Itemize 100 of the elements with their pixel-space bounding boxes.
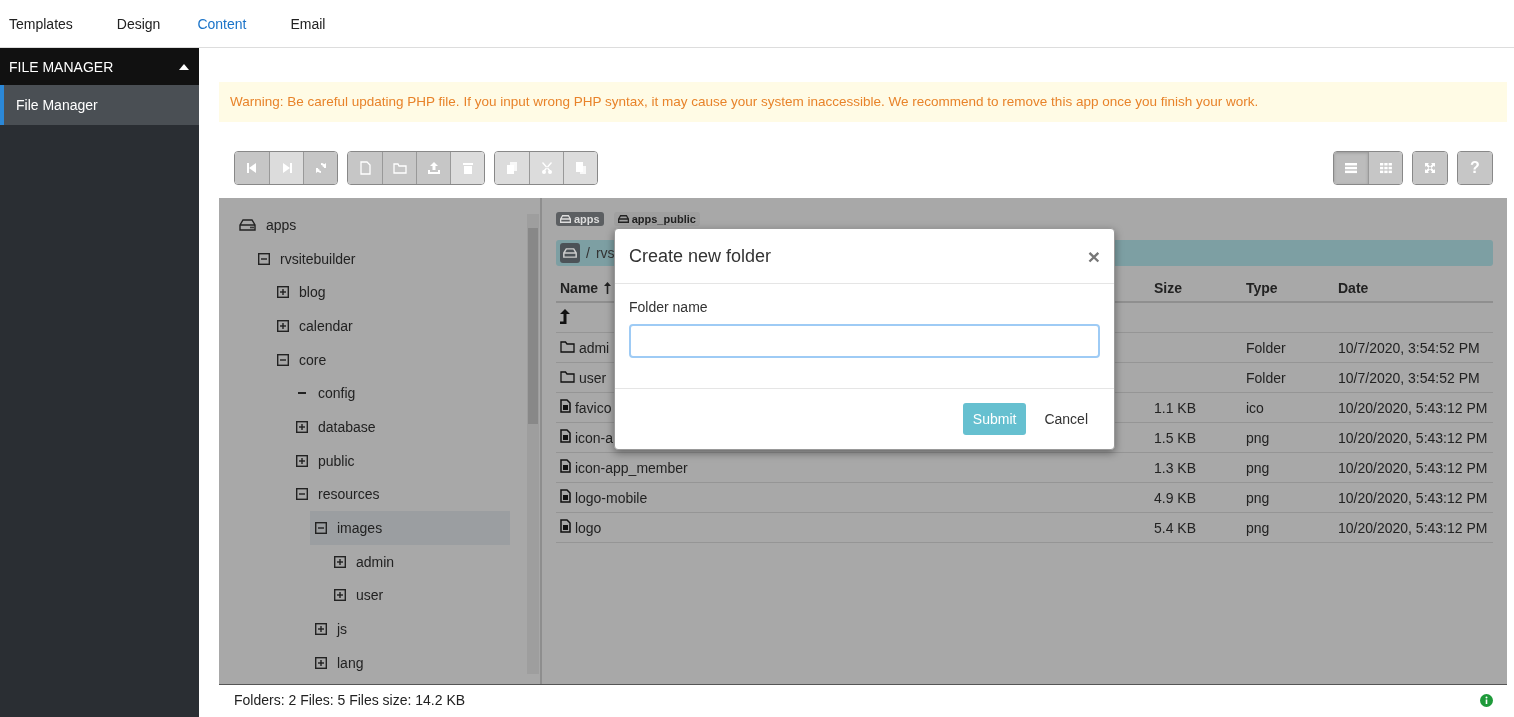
image-file-icon: [560, 519, 571, 533]
status-text: Folders: 2 Files: 5 Files size: 14.2 KB: [234, 692, 466, 708]
date-cell: 10/7/2020, 3:54:52 PM: [1338, 339, 1480, 356]
expand-icon[interactable]: [296, 420, 308, 433]
upload-icon: [426, 161, 441, 175]
file-name-cell[interactable]: logo-mobile: [556, 482, 1150, 513]
expand-icon[interactable]: [277, 319, 289, 332]
type-cell: ico: [1246, 399, 1264, 416]
tree-item[interactable]: user: [329, 578, 510, 613]
path-separator: /: [586, 245, 590, 261]
drive-tag[interactable]: apps_public: [613, 212, 700, 226]
size-cell: 1.1 KB: [1154, 399, 1197, 416]
drive-tag[interactable]: apps: [556, 212, 604, 226]
cancel-button[interactable]: Cancel: [1034, 403, 1098, 435]
collapse-icon[interactable]: [258, 252, 270, 265]
expand-icon[interactable]: [315, 656, 327, 669]
scissors-icon: [539, 161, 554, 175]
collapse-icon[interactable]: [296, 488, 308, 501]
drive-icon: [617, 215, 629, 223]
date-cell: 10/20/2020, 5:43:12 PM: [1338, 429, 1488, 446]
list-icon: [1344, 161, 1358, 175]
copy-icon: [505, 161, 519, 175]
list-button[interactable]: [1334, 152, 1368, 184]
tree-item[interactable]: lang: [310, 645, 510, 680]
grid-button[interactable]: [1368, 152, 1402, 184]
path-segment[interactable]: rvs: [595, 245, 615, 261]
size-cell: 1.5 KB: [1154, 429, 1197, 446]
tree-item[interactable]: blog: [272, 275, 510, 310]
tree-item[interactable]: database: [291, 410, 510, 444]
column-header[interactable]: Size: [1150, 274, 1242, 302]
type-cell: png: [1246, 459, 1270, 476]
image-file-icon: [560, 489, 571, 503]
nav-tab[interactable]: Email: [268, 15, 348, 32]
column-header[interactable]: Type: [1242, 274, 1334, 302]
file-icon: [358, 161, 372, 175]
collapse-icon[interactable]: [277, 353, 289, 366]
tree-item[interactable]: config: [291, 376, 510, 411]
expand-icon[interactable]: [334, 589, 346, 602]
tree-item[interactable]: admin: [329, 544, 510, 579]
dialog-title: Create new folder: [629, 245, 772, 267]
date-cell: 10/20/2020, 5:43:12 PM: [1338, 489, 1488, 506]
drive-icon: [560, 215, 571, 223]
paste-icon: [573, 161, 588, 175]
size-cell: 5.4 KB: [1154, 519, 1197, 536]
tree-item[interactable]: images: [310, 511, 510, 545]
trash-icon: [460, 161, 475, 175]
date-cell: 10/20/2020, 5:43:12 PM: [1338, 399, 1488, 416]
refresh-button[interactable]: [303, 152, 337, 184]
refresh-icon: [313, 161, 328, 175]
expand-icon[interactable]: [334, 555, 346, 568]
parent-folder-icon[interactable]: [560, 308, 570, 324]
tree-item[interactable]: public: [291, 443, 510, 478]
tree-item[interactable]: calendar: [272, 309, 510, 343]
nav-tab[interactable]: Content: [182, 15, 269, 32]
tree-item[interactable]: core: [272, 342, 510, 377]
root-button[interactable]: [560, 243, 580, 263]
scrollbar[interactable]: [527, 214, 539, 674]
tree-item[interactable]: resources: [291, 477, 510, 512]
image-file-icon: [560, 459, 571, 473]
type-cell: Folder: [1246, 339, 1286, 356]
image-file-icon: [560, 399, 571, 413]
grid-icon: [1378, 161, 1393, 175]
type-cell: Folder: [1246, 369, 1286, 386]
expand-arrows-icon: [1423, 161, 1437, 175]
drive-icon: [239, 218, 256, 231]
new-folder-button[interactable]: [382, 152, 416, 184]
upload-button[interactable]: [416, 152, 450, 184]
expand-icon[interactable]: [296, 454, 308, 467]
nav-tab[interactable]: Design: [94, 15, 183, 32]
folder-icon: [560, 370, 575, 383]
date-cell: 10/20/2020, 5:43:12 PM: [1338, 459, 1488, 476]
close-button[interactable]: ×: [1087, 245, 1100, 267]
file-name-cell[interactable]: icon-app_member: [556, 452, 1150, 483]
sidebar-title: FILE MANAGER: [9, 58, 114, 75]
type-cell: png: [1246, 429, 1270, 446]
tree-item[interactable]: rvsitebuilder: [253, 241, 510, 276]
sidebar-header[interactable]: FILE MANAGER: [0, 48, 199, 85]
folder-icon: [392, 161, 407, 175]
type-cell: png: [1246, 489, 1270, 506]
date-cell: 10/7/2020, 3:54:52 PM: [1338, 369, 1480, 386]
folder-icon: [560, 340, 575, 353]
nav-tab[interactable]: Templates: [0, 15, 95, 32]
tree-item[interactable]: apps: [234, 208, 510, 242]
folder-name-field[interactable]: [629, 324, 1100, 358]
size-cell: 1.3 KB: [1154, 459, 1197, 476]
skip-back-icon: [245, 161, 259, 175]
collapse-icon[interactable]: [315, 522, 327, 535]
size-cell: 4.9 KB: [1154, 489, 1197, 506]
warning-message: Warning: Be careful updating PHP file. If you input wrong PHP syntax, it may cause your system inaccessible. We recommend to remove this app once you finish your work.: [219, 82, 1507, 122]
sidebar-item[interactable]: File Manager: [0, 85, 199, 125]
type-cell: png: [1246, 519, 1270, 536]
column-header[interactable]: Date: [1334, 274, 1493, 302]
expand-icon[interactable]: [315, 623, 327, 636]
tree-item[interactable]: js: [310, 612, 510, 646]
info-icon[interactable]: [1480, 693, 1493, 707]
file-name-cell[interactable]: logo: [556, 512, 1150, 543]
drive-icon: [563, 248, 577, 258]
image-file-icon: [560, 429, 571, 443]
expand-icon[interactable]: [277, 286, 289, 299]
date-cell: 10/20/2020, 5:43:12 PM: [1338, 519, 1488, 536]
